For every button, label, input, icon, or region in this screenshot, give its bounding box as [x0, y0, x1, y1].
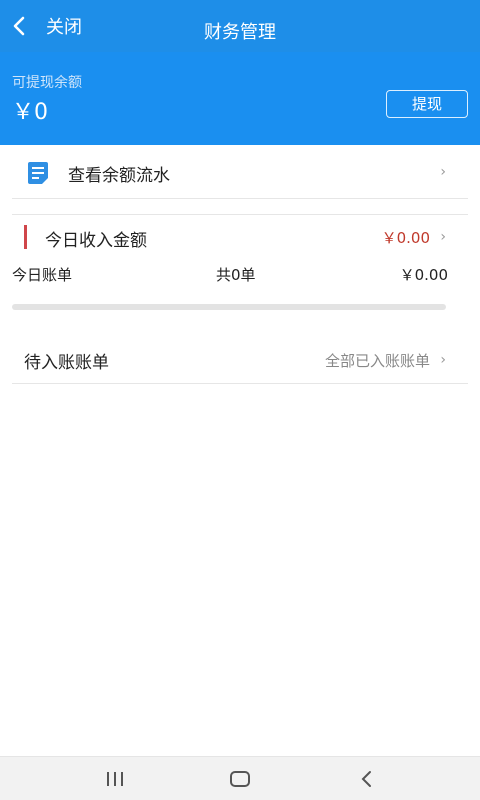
- system-back-button[interactable]: [352, 767, 382, 791]
- finance-management-page: 关闭 财务管理 可提现余额 ￥0 提现 查看余额流水 › 今日收入金额 ￥0.0…: [0, 0, 480, 800]
- pending-bills-row[interactable]: 待入账账单 全部已入账账单 ›: [12, 336, 468, 384]
- page-title: 财务管理: [204, 22, 276, 43]
- recent-apps-button[interactable]: [100, 767, 130, 791]
- home-icon: [230, 771, 250, 787]
- all-settled-bills-link[interactable]: 全部已入账账单: [325, 350, 430, 371]
- view-balance-flow-row[interactable]: 查看余额流水 ›: [12, 145, 468, 199]
- today-income-amount: ￥0.00: [381, 229, 430, 247]
- withdrawable-balance-value: ￥0: [12, 100, 48, 125]
- recent-apps-icon: [107, 772, 123, 786]
- today-bills-label: 今日账单: [12, 266, 73, 284]
- today-income-row[interactable]: 今日收入金额 ￥0.00 ›: [12, 214, 468, 258]
- home-button[interactable]: [225, 767, 255, 791]
- chevron-right-icon: ›: [440, 228, 446, 245]
- withdrawable-balance-label: 可提现余额: [12, 75, 82, 91]
- today-bills-count: 共0单: [216, 266, 256, 284]
- back-icon: [361, 771, 371, 787]
- chevron-right-icon: ›: [440, 163, 446, 180]
- bills-progress-bar: [12, 304, 446, 310]
- withdraw-button[interactable]: 提现: [386, 90, 468, 118]
- system-navigation-bar: [0, 756, 480, 800]
- chevron-right-icon: ›: [440, 351, 446, 368]
- today-bills-row: 今日账单 共0单 ￥0.00: [12, 264, 468, 286]
- document-icon: [28, 162, 48, 184]
- view-balance-flow-label: 查看余额流水: [68, 166, 170, 186]
- section-marker: [24, 225, 27, 249]
- navbar: 关闭 财务管理: [0, 0, 480, 52]
- today-income-label: 今日收入金额: [45, 231, 147, 251]
- today-bills-amount: ￥0.00: [399, 266, 448, 284]
- pending-bills-label: 待入账账单: [24, 353, 109, 373]
- header-panel: 关闭 财务管理 可提现余额 ￥0 提现: [0, 0, 480, 145]
